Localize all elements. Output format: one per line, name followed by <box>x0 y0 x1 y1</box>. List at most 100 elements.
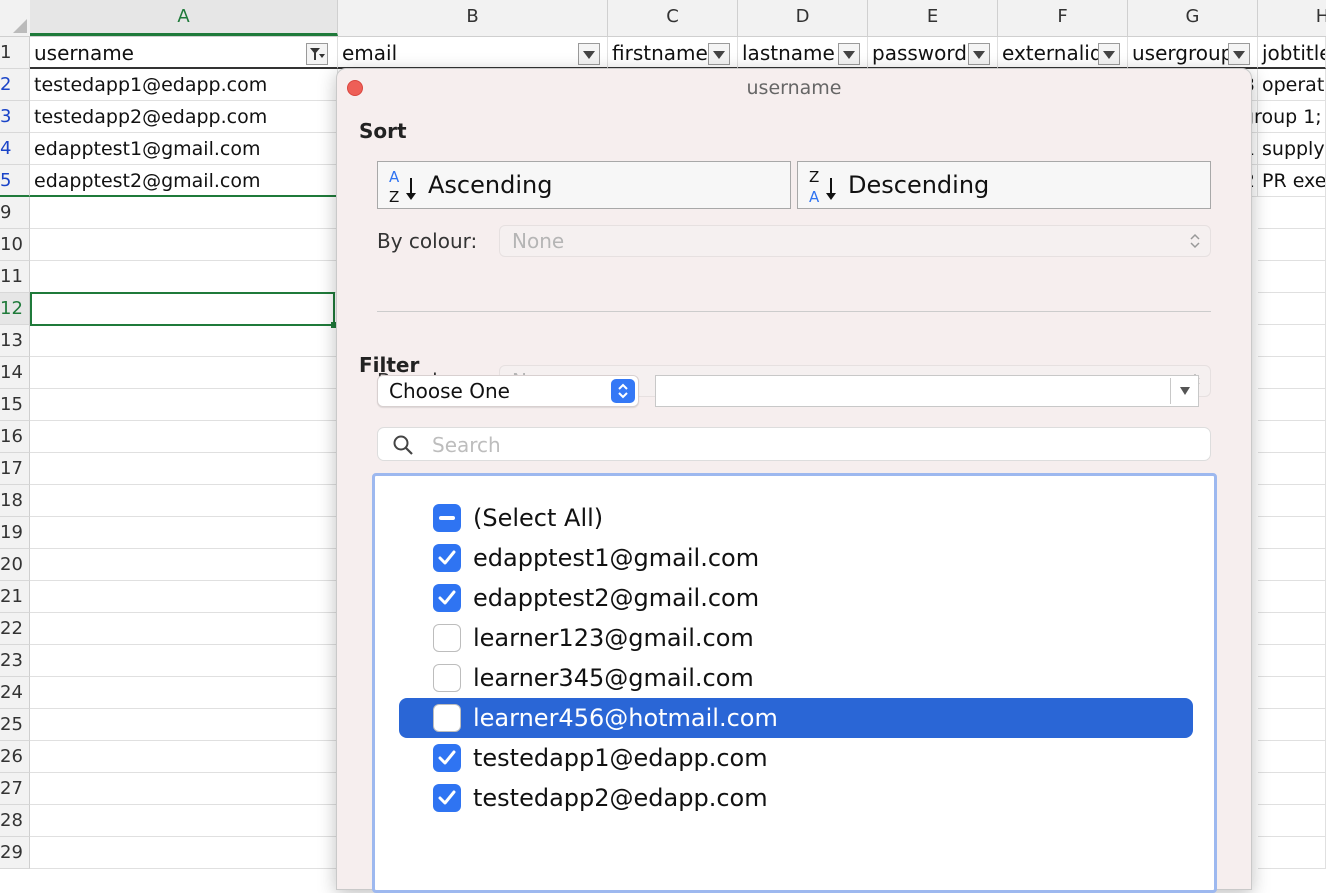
checkbox-checked[interactable] <box>433 744 461 772</box>
column-header-c[interactable]: C <box>608 0 738 36</box>
search-box[interactable] <box>377 427 1211 461</box>
grid-cell[interactable] <box>1258 773 1326 805</box>
checkbox-checked[interactable] <box>433 784 461 812</box>
column-header-e[interactable]: E <box>868 0 998 36</box>
list-item[interactable]: testedapp1@edapp.com <box>399 738 1193 778</box>
grid-cell[interactable] <box>1258 485 1326 517</box>
grid-cell[interactable] <box>30 549 338 581</box>
row-header[interactable]: 24 <box>0 677 30 709</box>
row-header[interactable]: 1 <box>0 37 30 69</box>
grid-cell[interactable] <box>30 709 338 741</box>
grid-cell[interactable] <box>30 197 338 229</box>
row-header[interactable]: 10 <box>0 229 30 261</box>
column-header-a[interactable]: A <box>30 0 338 36</box>
sort-ascending-button[interactable]: A Z Ascending <box>377 161 791 209</box>
row-header[interactable]: 25 <box>0 709 30 741</box>
checkbox-mixed[interactable] <box>433 504 461 532</box>
filter-dropdown-icon[interactable] <box>1098 43 1120 65</box>
list-item[interactable]: testedapp2@edapp.com <box>399 778 1193 818</box>
grid-cell[interactable] <box>1258 741 1326 773</box>
grid-cell[interactable] <box>30 389 338 421</box>
grid-cell[interactable] <box>1258 677 1326 709</box>
grid-cell[interactable] <box>1258 581 1326 613</box>
grid-cell[interactable] <box>30 229 338 261</box>
grid-cell[interactable] <box>30 421 338 453</box>
grid-cell[interactable] <box>30 581 338 613</box>
filter-active-icon[interactable] <box>306 43 328 65</box>
grid-cell[interactable] <box>1258 805 1326 837</box>
row-header[interactable]: 11 <box>0 261 30 293</box>
row-header[interactable]: 15 <box>0 389 30 421</box>
grid-cell[interactable] <box>30 261 338 293</box>
column-header-b[interactable]: B <box>338 0 608 36</box>
header-cell-jobtitle[interactable]: jobtitle <box>1258 37 1326 69</box>
row-header[interactable]: 22 <box>0 613 30 645</box>
grid-cell[interactable] <box>30 325 338 357</box>
row-header[interactable]: 19 <box>0 517 30 549</box>
row-header[interactable]: 28 <box>0 805 30 837</box>
cell-jobtitle[interactable]: operat <box>1258 69 1326 101</box>
grid-cell[interactable] <box>1258 645 1326 677</box>
row-header[interactable]: 21 <box>0 581 30 613</box>
list-item-select-all[interactable]: (Select All) <box>399 498 1193 538</box>
grid-cell[interactable] <box>1258 261 1326 293</box>
cell-jobtitle[interactable]: supply <box>1258 133 1326 165</box>
grid-cell[interactable] <box>1258 389 1326 421</box>
grid-cell[interactable] <box>1258 517 1326 549</box>
grid-cell[interactable] <box>30 645 338 677</box>
checkbox-unchecked[interactable] <box>433 624 461 652</box>
grid-cell[interactable] <box>30 741 338 773</box>
row-header[interactable]: 29 <box>0 837 30 869</box>
grid-cell[interactable] <box>1258 613 1326 645</box>
grid-cell[interactable] <box>1258 197 1326 229</box>
cell-username[interactable]: testedapp1@edapp.com <box>30 69 338 101</box>
row-header[interactable]: 26 <box>0 741 30 773</box>
cell-jobtitle[interactable]: PR exe <box>1258 165 1326 197</box>
list-item[interactable]: edapptest2@gmail.com <box>399 578 1193 618</box>
grid-cell[interactable] <box>1258 229 1326 261</box>
checkbox-unchecked[interactable] <box>433 704 461 732</box>
row-header[interactable]: 14 <box>0 357 30 389</box>
checkbox-checked[interactable] <box>433 544 461 572</box>
grid-cell[interactable] <box>30 485 338 517</box>
cell-username[interactable]: edapptest1@gmail.com <box>30 133 338 165</box>
row-header[interactable]: 20 <box>0 549 30 581</box>
row-header[interactable]: 5 <box>0 165 30 197</box>
search-input[interactable] <box>430 430 1194 460</box>
grid-cell[interactable] <box>1258 421 1326 453</box>
list-item[interactable]: learner345@gmail.com <box>399 658 1193 698</box>
row-header[interactable]: 17 <box>0 453 30 485</box>
header-cell-email[interactable]: email <box>338 37 608 69</box>
sort-by-colour-select[interactable]: None <box>499 225 1211 257</box>
sort-descending-button[interactable]: Z A Descending <box>797 161 1211 209</box>
grid-cell[interactable] <box>30 677 338 709</box>
selected-cell-a12[interactable] <box>30 292 335 326</box>
row-header[interactable]: 3 <box>0 101 30 133</box>
grid-cell[interactable] <box>30 613 338 645</box>
list-item[interactable]: edapptest1@gmail.com <box>399 538 1193 578</box>
grid-cell[interactable] <box>1258 709 1326 741</box>
grid-cell[interactable] <box>1258 325 1326 357</box>
row-header[interactable]: 12 <box>0 293 30 325</box>
column-header-f[interactable]: F <box>998 0 1128 36</box>
grid-cell[interactable] <box>30 517 338 549</box>
filter-dropdown-icon[interactable] <box>708 43 730 65</box>
grid-cell[interactable] <box>30 357 338 389</box>
grid-cell[interactable] <box>1258 357 1326 389</box>
grid-cell[interactable] <box>1258 837 1326 869</box>
cell-username[interactable]: testedapp2@edapp.com <box>30 101 338 133</box>
grid-cell[interactable] <box>1258 549 1326 581</box>
list-item[interactable]: learner123@gmail.com <box>399 618 1193 658</box>
filter-dropdown-icon[interactable] <box>968 43 990 65</box>
filter-value-combobox[interactable] <box>655 375 1199 407</box>
filter-condition-select[interactable]: Choose One <box>377 375 639 407</box>
grid-cell[interactable] <box>30 773 338 805</box>
grid-cell[interactable] <box>1258 293 1326 325</box>
cell-username[interactable]: edapptest2@gmail.com <box>30 165 338 197</box>
grid-cell[interactable] <box>1258 453 1326 485</box>
chevron-down-icon[interactable] <box>1180 387 1190 395</box>
column-header-d[interactable]: D <box>738 0 868 36</box>
row-header[interactable]: 27 <box>0 773 30 805</box>
filter-dropdown-icon[interactable] <box>1228 43 1250 65</box>
grid-cell[interactable] <box>30 453 338 485</box>
